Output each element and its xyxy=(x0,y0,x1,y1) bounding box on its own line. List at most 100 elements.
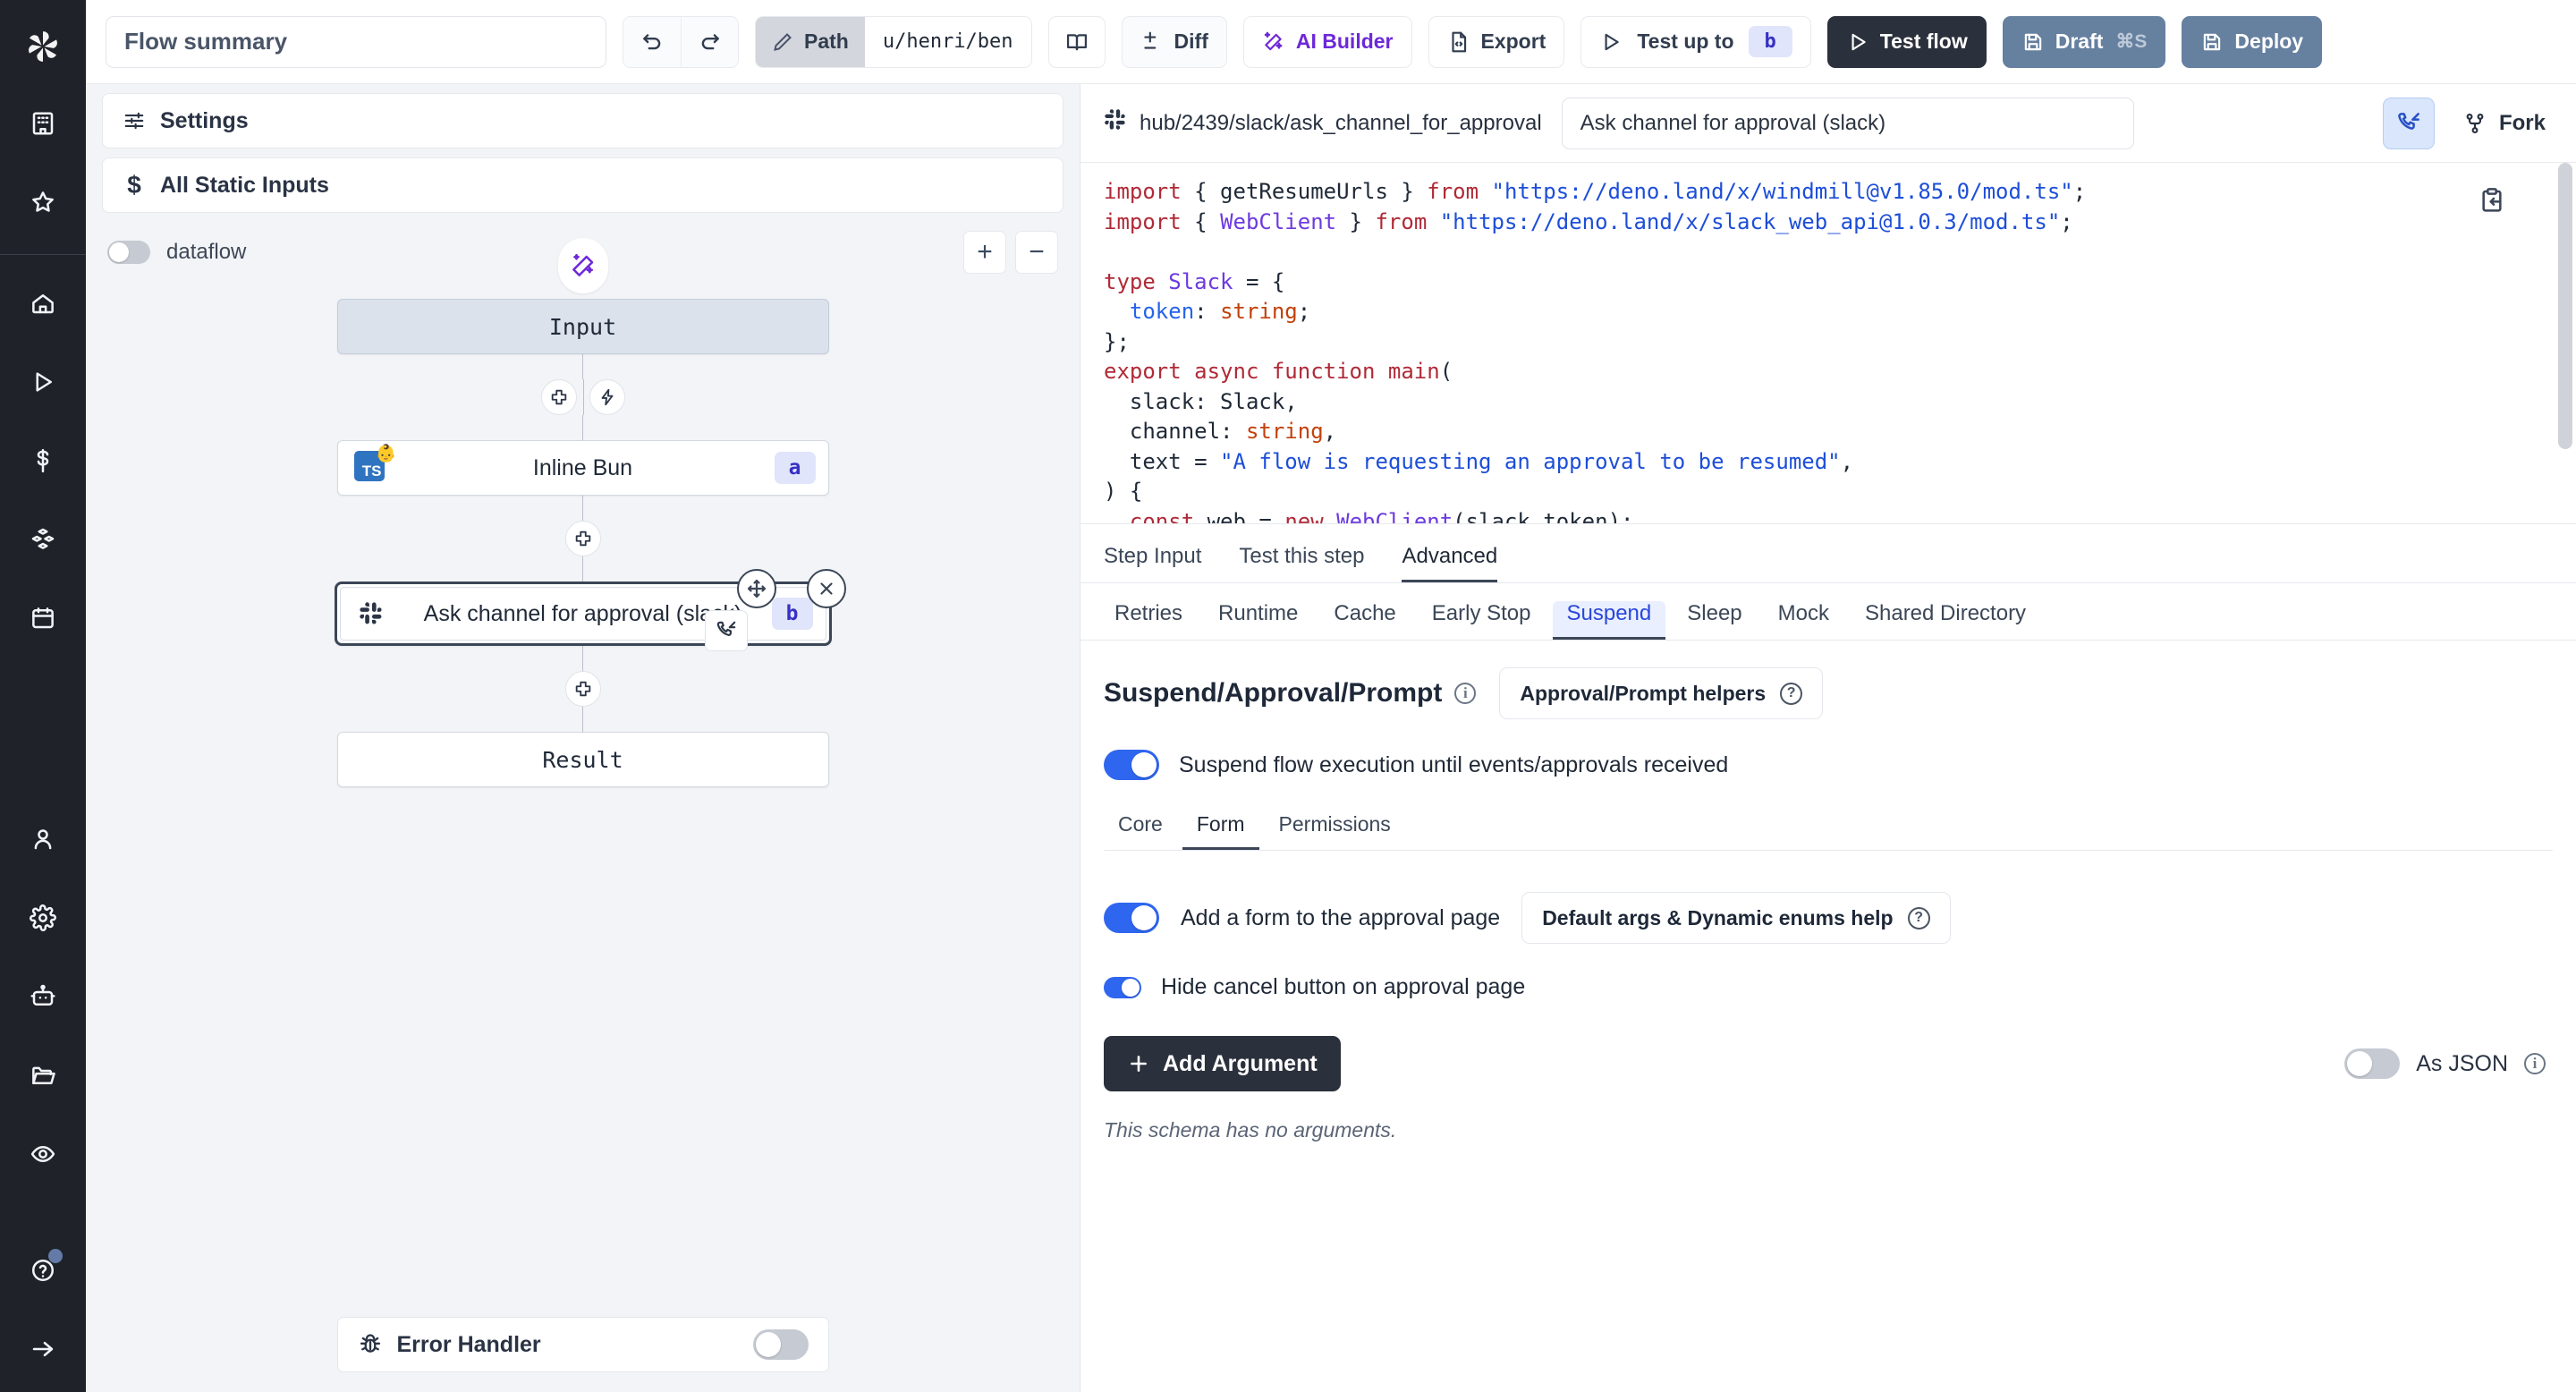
ai-builder-button[interactable]: AI Builder xyxy=(1243,16,1412,68)
tab-cache[interactable]: Cache xyxy=(1319,601,1410,640)
tab-core[interactable]: Core xyxy=(1104,812,1177,850)
sidebar-item-ai-agents[interactable] xyxy=(18,972,68,1022)
tab-early-stop[interactable]: Early Stop xyxy=(1418,601,1546,640)
tab-sleep[interactable]: Sleep xyxy=(1673,601,1756,640)
error-handler-toggle[interactable] xyxy=(753,1329,809,1360)
settings-bar[interactable]: Settings xyxy=(102,93,1063,149)
code-editor[interactable]: import { getResumeUrls } from "https://d… xyxy=(1080,163,2576,524)
sidebar-item-variables[interactable] xyxy=(18,436,68,486)
move-node-handle[interactable] xyxy=(737,569,776,608)
flow-summary-input[interactable]: Flow summary xyxy=(106,16,606,68)
test-up-to-step-chip: b xyxy=(1749,26,1792,57)
ai-flow-assist-button[interactable] xyxy=(558,238,608,293)
sidebar-item-audit-logs[interactable] xyxy=(18,1129,68,1179)
copy-code-icon[interactable] xyxy=(2478,186,2506,219)
node-inline-bun-label: Inline Bun xyxy=(338,455,828,481)
test-up-to-button[interactable]: Test up to b xyxy=(1580,16,1810,68)
as-json-toggle[interactable] xyxy=(2344,1048,2400,1079)
tab-retries[interactable]: Retries xyxy=(1100,601,1197,640)
dollar-icon: $ xyxy=(123,171,146,199)
editor-scrollbar[interactable] xyxy=(2558,163,2572,449)
diff-icon xyxy=(1140,30,1164,54)
tab-form[interactable]: Form xyxy=(1182,812,1259,850)
ai-builder-label: AI Builder xyxy=(1296,30,1394,54)
suspend-flow-toggle[interactable] xyxy=(1104,750,1159,780)
fork-button[interactable]: Fork xyxy=(2463,111,2553,136)
hide-cancel-toggle[interactable] xyxy=(1104,977,1141,998)
info-icon[interactable]: i xyxy=(1454,683,1476,704)
sidebar-item-account[interactable] xyxy=(18,814,68,864)
tab-suspend[interactable]: Suspend xyxy=(1553,601,1666,640)
flow-path-control[interactable]: Path u/henri/ben xyxy=(755,16,1032,68)
plus-cross-icon xyxy=(549,387,569,407)
dataflow-toggle[interactable] xyxy=(107,241,150,264)
sidebar-item-folders[interactable] xyxy=(18,1050,68,1100)
sidebar-item-runs[interactable] xyxy=(18,357,68,407)
settings-label: Settings xyxy=(160,108,249,134)
as-json-row: As JSON i xyxy=(2344,1048,2553,1079)
sidebar-item-help[interactable] xyxy=(18,1245,68,1295)
deploy-button[interactable]: Deploy xyxy=(2182,16,2322,68)
script-path[interactable]: hub/2439/slack/ask_channel_for_approval xyxy=(1104,108,1542,138)
sidebar-item-favorites[interactable] xyxy=(18,177,68,227)
tab-runtime[interactable]: Runtime xyxy=(1204,601,1312,640)
tab-test-this-step[interactable]: Test this step xyxy=(1239,544,1364,582)
test-flow-button[interactable]: Test flow xyxy=(1827,16,1987,68)
node-inline-bun[interactable]: TS 👶 Inline Bun a xyxy=(337,440,829,496)
edge-a-to-insert2 xyxy=(582,496,583,521)
suspend-indicator-icon[interactable] xyxy=(705,610,748,651)
windmill-logo-icon[interactable] xyxy=(0,9,86,84)
approval-prompt-helpers-button[interactable]: Approval/Prompt helpers ? xyxy=(1499,667,1823,719)
docs-button[interactable] xyxy=(1048,16,1106,68)
add-step-button[interactable] xyxy=(541,379,577,415)
question-mark-icon: ? xyxy=(1780,683,1802,705)
diff-label: Diff xyxy=(1174,30,1208,54)
draft-button[interactable]: Draft ⌘S xyxy=(2003,16,2166,68)
sidebar-item-home[interactable] xyxy=(18,278,68,328)
tab-permissions[interactable]: Permissions xyxy=(1265,812,1405,850)
path-value[interactable]: u/henri/ben xyxy=(865,17,1031,67)
suspend-flow-label: Suspend flow execution until events/appr… xyxy=(1179,752,1728,778)
app-root: Flow summary Path u/henri/ben xyxy=(0,0,2576,1392)
step-name-input[interactable]: Ask channel for approval (slack) xyxy=(1562,98,2134,149)
code-content[interactable]: import { getResumeUrls } from "https://d… xyxy=(1080,163,2576,524)
tab-step-input[interactable]: Step Input xyxy=(1104,544,1201,582)
zoom-out-button[interactable]: − xyxy=(1015,231,1058,274)
info-icon[interactable]: i xyxy=(2524,1053,2546,1074)
sidebar-item-schedules[interactable] xyxy=(18,593,68,643)
tab-shared-directory[interactable]: Shared Directory xyxy=(1851,601,2040,640)
error-handler-bar[interactable]: Error Handler xyxy=(337,1317,829,1372)
add-trigger-button[interactable] xyxy=(589,379,625,415)
tab-mock[interactable]: Mock xyxy=(1764,601,1843,640)
error-handler-label: Error Handler xyxy=(397,1332,541,1358)
node-input[interactable]: Input xyxy=(337,299,829,354)
add-form-toggle[interactable] xyxy=(1104,903,1159,933)
zoom-in-button[interactable]: + xyxy=(963,231,1006,274)
node-result[interactable]: Result xyxy=(337,732,829,787)
all-static-inputs-bar[interactable]: $ All Static Inputs xyxy=(102,157,1063,213)
step-detail-panel: hub/2439/slack/ask_channel_for_approval … xyxy=(1080,84,2576,1392)
add-step-button-3[interactable] xyxy=(565,671,601,707)
add-step-button-2[interactable] xyxy=(565,521,601,556)
sidebar-expand-icon[interactable] xyxy=(18,1324,68,1374)
path-label-text: Path xyxy=(804,30,849,54)
suspend-toggle-header-button[interactable] xyxy=(2383,98,2435,149)
suspend-mini-tabs: Core Form Permissions xyxy=(1104,812,2553,851)
sidebar-item-resources[interactable] xyxy=(18,514,68,564)
helpers-label: Approval/Prompt helpers xyxy=(1520,682,1766,706)
draft-shortcut: ⌘S xyxy=(2115,30,2147,53)
diff-button[interactable]: Diff xyxy=(1122,16,1227,68)
tab-advanced[interactable]: Advanced xyxy=(1402,544,1497,582)
add-argument-button[interactable]: Add Argument xyxy=(1104,1036,1341,1091)
move-icon xyxy=(746,578,767,599)
export-button[interactable]: Export xyxy=(1428,16,1565,68)
git-fork-icon xyxy=(2463,112,2487,135)
sidebar-item-workspace[interactable] xyxy=(18,98,68,149)
redo-button[interactable] xyxy=(681,17,738,67)
delete-node-button[interactable] xyxy=(807,569,846,608)
undo-button[interactable] xyxy=(623,17,681,67)
bug-icon xyxy=(358,1332,383,1357)
path-edit-label[interactable]: Path xyxy=(756,17,865,67)
default-args-help-button[interactable]: Default args & Dynamic enums help ? xyxy=(1521,892,1950,944)
sidebar-item-settings[interactable] xyxy=(18,893,68,943)
